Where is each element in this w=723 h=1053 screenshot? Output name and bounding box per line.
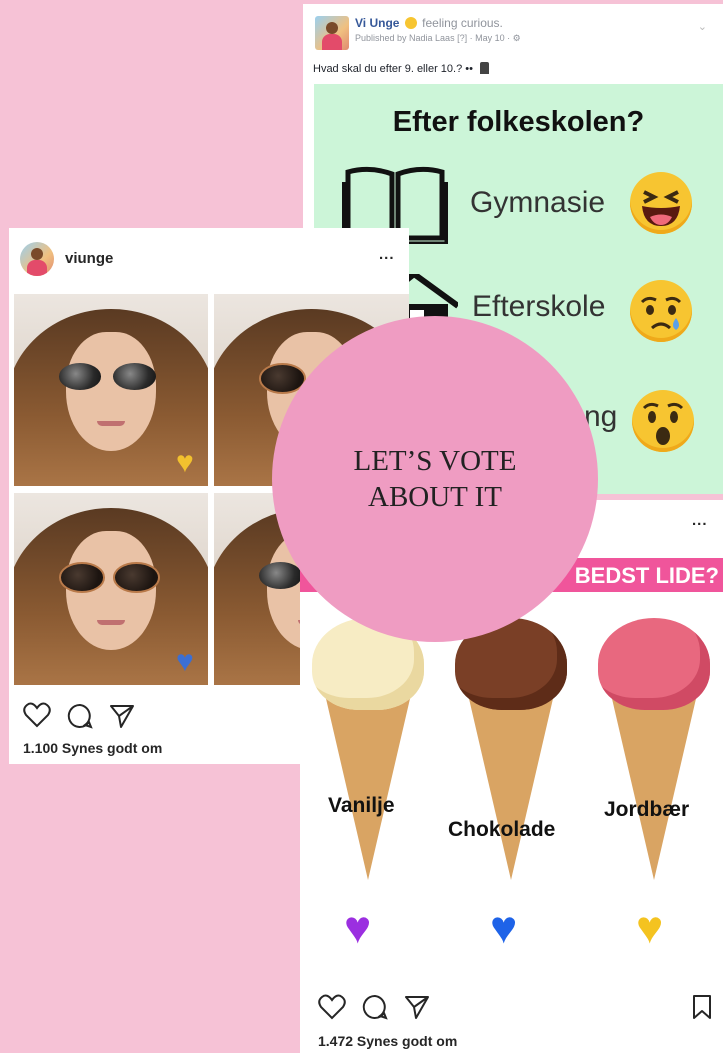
banner-text: BEDST LIDE? (574, 563, 719, 588)
bookmark-icon[interactable] (692, 994, 712, 1020)
post-text: Hvad skal du efter 9. eller 10.? •• (313, 62, 490, 75)
selfie-photo[interactable]: ♥ (14, 294, 208, 486)
graduate-emoji-icon (480, 62, 490, 74)
surprised-reaction-icon (632, 390, 694, 452)
option-efterskole: Efterskole (472, 290, 606, 323)
yellow-heart-icon: ♥ (176, 446, 194, 479)
cone-chocolate (467, 690, 555, 880)
chevron-down-icon[interactable]: ⌄ (698, 20, 707, 33)
blue-heart-icon: ♥ (490, 901, 518, 953)
crying-reaction-icon (630, 280, 692, 342)
likes-count[interactable]: 1.100 Synes godt om (23, 740, 162, 756)
share-icon[interactable] (109, 703, 135, 729)
comment-icon[interactable] (67, 703, 93, 729)
laughing-reaction-icon (630, 172, 692, 234)
share-icon[interactable] (404, 994, 430, 1020)
eyes-emoji-icon: •• (465, 63, 473, 75)
flavor-label-vanilje: Vanilje (328, 794, 395, 817)
scoop-strawberry (598, 618, 710, 710)
curious-emoji-icon (404, 17, 417, 29)
post-meta: Published by Nadia Laas [?] · May 10 · ⚙ (355, 33, 521, 44)
page-name-link[interactable]: Vi Unge (355, 16, 399, 30)
graphic-title: Efter folkeskolen? (392, 106, 645, 138)
blue-heart-icon: ♥ (176, 645, 194, 678)
likes-count[interactable]: 1.472 Synes godt om (318, 1033, 457, 1049)
feeling-text: feeling curious. (422, 16, 503, 30)
page-name-line: Vi Unge feeling curious. (355, 16, 503, 30)
cone-strawberry (610, 690, 698, 880)
flavor-label-jordbaer: Jordbær (604, 798, 690, 821)
flavor-label-chokolade: Chokolade (448, 818, 556, 841)
more-options-icon[interactable]: ... (379, 246, 395, 263)
purple-heart-icon: ♥ (344, 901, 372, 953)
yellow-heart-icon: ♥ (636, 901, 664, 953)
comment-icon[interactable] (362, 994, 388, 1020)
gear-icon[interactable]: ⚙ (513, 33, 521, 43)
post-meta-text: Published by Nadia Laas [?] · May 10 · (355, 33, 513, 43)
vote-overlay-circle: LET’S VOTE ABOUT IT (272, 316, 598, 642)
avatar[interactable] (20, 242, 54, 276)
post-text-content: Hvad skal du efter 9. eller 10.? (313, 63, 463, 75)
heart-icon[interactable] (318, 994, 346, 1020)
cone-vanilla (324, 690, 412, 880)
overlay-text: LET’S VOTE ABOUT IT (353, 445, 517, 513)
selfie-photo[interactable]: ♥ (14, 493, 208, 685)
option-gymnasie: Gymnasie (470, 186, 606, 219)
more-options-icon[interactable]: ... (692, 512, 708, 529)
post-header: Vi Unge feeling curious. Published by Na… (313, 14, 713, 54)
username-link[interactable]: viunge (65, 250, 113, 267)
page-avatar[interactable] (315, 16, 349, 50)
heart-icon[interactable] (23, 702, 51, 728)
